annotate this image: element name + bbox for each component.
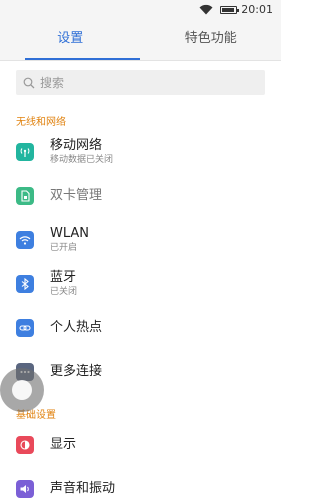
settings-item-display[interactable]: 显示 — [0, 423, 281, 467]
settings-item-title: 双卡管理 — [50, 188, 103, 203]
settings-item-hotspot[interactable]: 个人热点 — [0, 306, 281, 350]
settings-item-sound[interactable]: 声音和振动 — [0, 467, 281, 500]
link-icon — [16, 319, 34, 337]
status-time: 20:01 — [241, 3, 273, 16]
search-input[interactable]: 搜索 — [16, 70, 265, 95]
settings-item-subtitle: 移动数据已关闭 — [50, 155, 114, 165]
assistive-touch-button[interactable] — [0, 368, 44, 412]
antenna-icon — [16, 143, 34, 161]
search-placeholder: 搜索 — [40, 76, 65, 90]
settings-item-mobile-network[interactable]: 移动网络 移动数据已关闭 — [0, 130, 281, 174]
wifi-icon — [16, 231, 34, 249]
tab-features[interactable]: 特色功能 — [141, 19, 282, 60]
settings-item-dual-sim[interactable]: 双卡管理 — [0, 174, 281, 218]
settings-item-subtitle: 已开启 — [50, 243, 78, 253]
settings-item-title: 显示 — [50, 437, 77, 452]
settings-item-title: 蓝牙 — [50, 270, 77, 285]
bluetooth-icon — [16, 275, 34, 293]
battery-icon — [220, 5, 240, 14]
tab-bar: 设置 特色功能 — [0, 19, 281, 61]
wifi-icon — [199, 4, 213, 15]
settings-item-title: 更多连接 — [50, 364, 103, 379]
sim-card-icon — [16, 187, 34, 205]
settings-item-title: 移动网络 — [50, 138, 103, 153]
tab-indicator — [25, 58, 140, 60]
search-icon — [23, 77, 35, 88]
tab-settings[interactable]: 设置 — [0, 19, 141, 60]
settings-item-title: WLAN — [50, 226, 90, 241]
settings-item-title: 声音和振动 — [50, 481, 116, 496]
settings-item-title: 个人热点 — [50, 320, 103, 335]
sound-icon — [16, 480, 34, 498]
settings-item-bluetooth[interactable]: 蓝牙 已关闭 — [0, 262, 281, 306]
settings-item-subtitle: 已关闭 — [50, 287, 78, 297]
display-icon — [16, 436, 34, 454]
section-header-wireless: 无线和网络 — [16, 117, 66, 128]
assistive-touch-inner — [12, 380, 32, 400]
settings-item-wlan[interactable]: WLAN 已开启 — [0, 218, 281, 262]
status-bar: 20:01 — [0, 0, 281, 19]
search-container: 搜索 — [0, 61, 281, 101]
